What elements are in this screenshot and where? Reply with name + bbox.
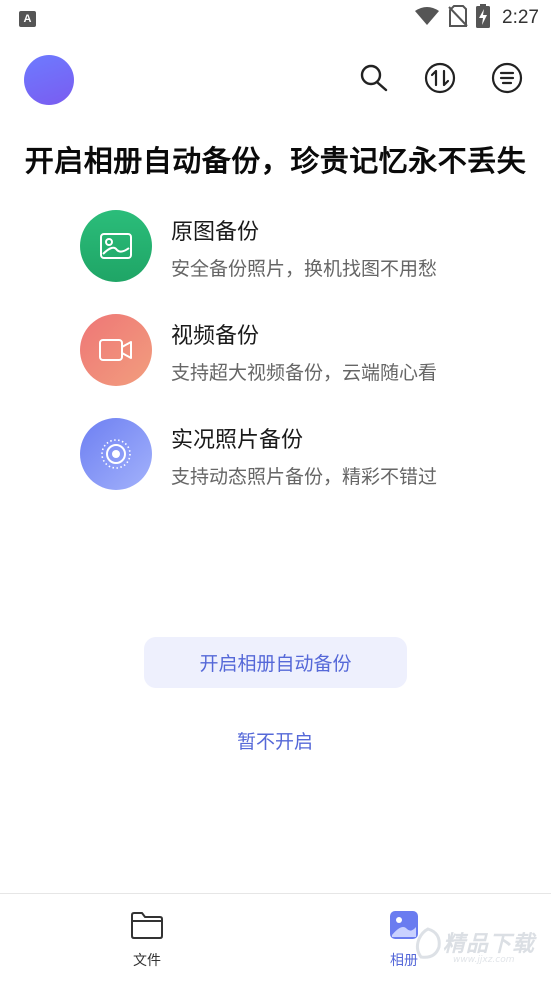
transfer-icon: [424, 62, 456, 98]
menu-icon: [491, 62, 523, 98]
folder-icon: [130, 910, 164, 944]
menu-button[interactable]: [490, 62, 524, 98]
enable-auto-backup-button[interactable]: 开启相册自动备份: [144, 637, 407, 688]
status-icons: 2:27: [414, 4, 539, 32]
wifi-icon: [414, 6, 440, 30]
status-bar: A 2:27: [0, 0, 551, 36]
feature-description: 支持超大视频备份，云端随心看: [171, 362, 438, 384]
video-camera-icon: [80, 314, 152, 386]
nav-item-files[interactable]: 文件: [102, 910, 192, 974]
battery-charging-icon: [476, 4, 491, 32]
feature-title: 实况照片备份: [171, 428, 304, 453]
watermark-text: 精品下载: [443, 932, 536, 957]
live-photo-icon: [80, 418, 152, 490]
watermark: 精品下载 www.jjxz.com: [413, 923, 548, 971]
feature-description: 安全备份照片，换机找图不用愁: [171, 258, 438, 280]
search-button[interactable]: [357, 63, 391, 97]
status-time: 2:27: [502, 7, 539, 28]
feature-original-backup: 原图备份 安全备份照片，换机找图不用愁: [80, 210, 500, 282]
feature-title: 原图备份: [171, 220, 260, 245]
page-title: 开启相册自动备份，珍贵记忆永不丢失: [24, 144, 527, 178]
watermark-logo-icon: [415, 927, 441, 959]
feature-title: 视频备份: [171, 324, 260, 349]
app-notification-icon: A: [19, 11, 36, 27]
watermark-url: www.jjxz.com: [453, 955, 515, 965]
not-now-button[interactable]: 暂不开启: [175, 722, 375, 758]
photo-icon: [80, 210, 152, 282]
search-icon: [359, 63, 389, 97]
header: [0, 36, 551, 122]
feature-video-backup: 视频备份 支持超大视频备份，云端随心看: [80, 314, 500, 386]
feature-live-photo-backup: 实况照片备份 支持动态照片备份，精彩不错过: [80, 418, 500, 490]
avatar[interactable]: [24, 55, 74, 105]
transfer-button[interactable]: [423, 62, 457, 98]
feature-description: 支持动态照片备份，精彩不错过: [171, 466, 438, 488]
nav-item-label: 文件: [133, 953, 161, 969]
no-sim-icon: [448, 5, 468, 31]
